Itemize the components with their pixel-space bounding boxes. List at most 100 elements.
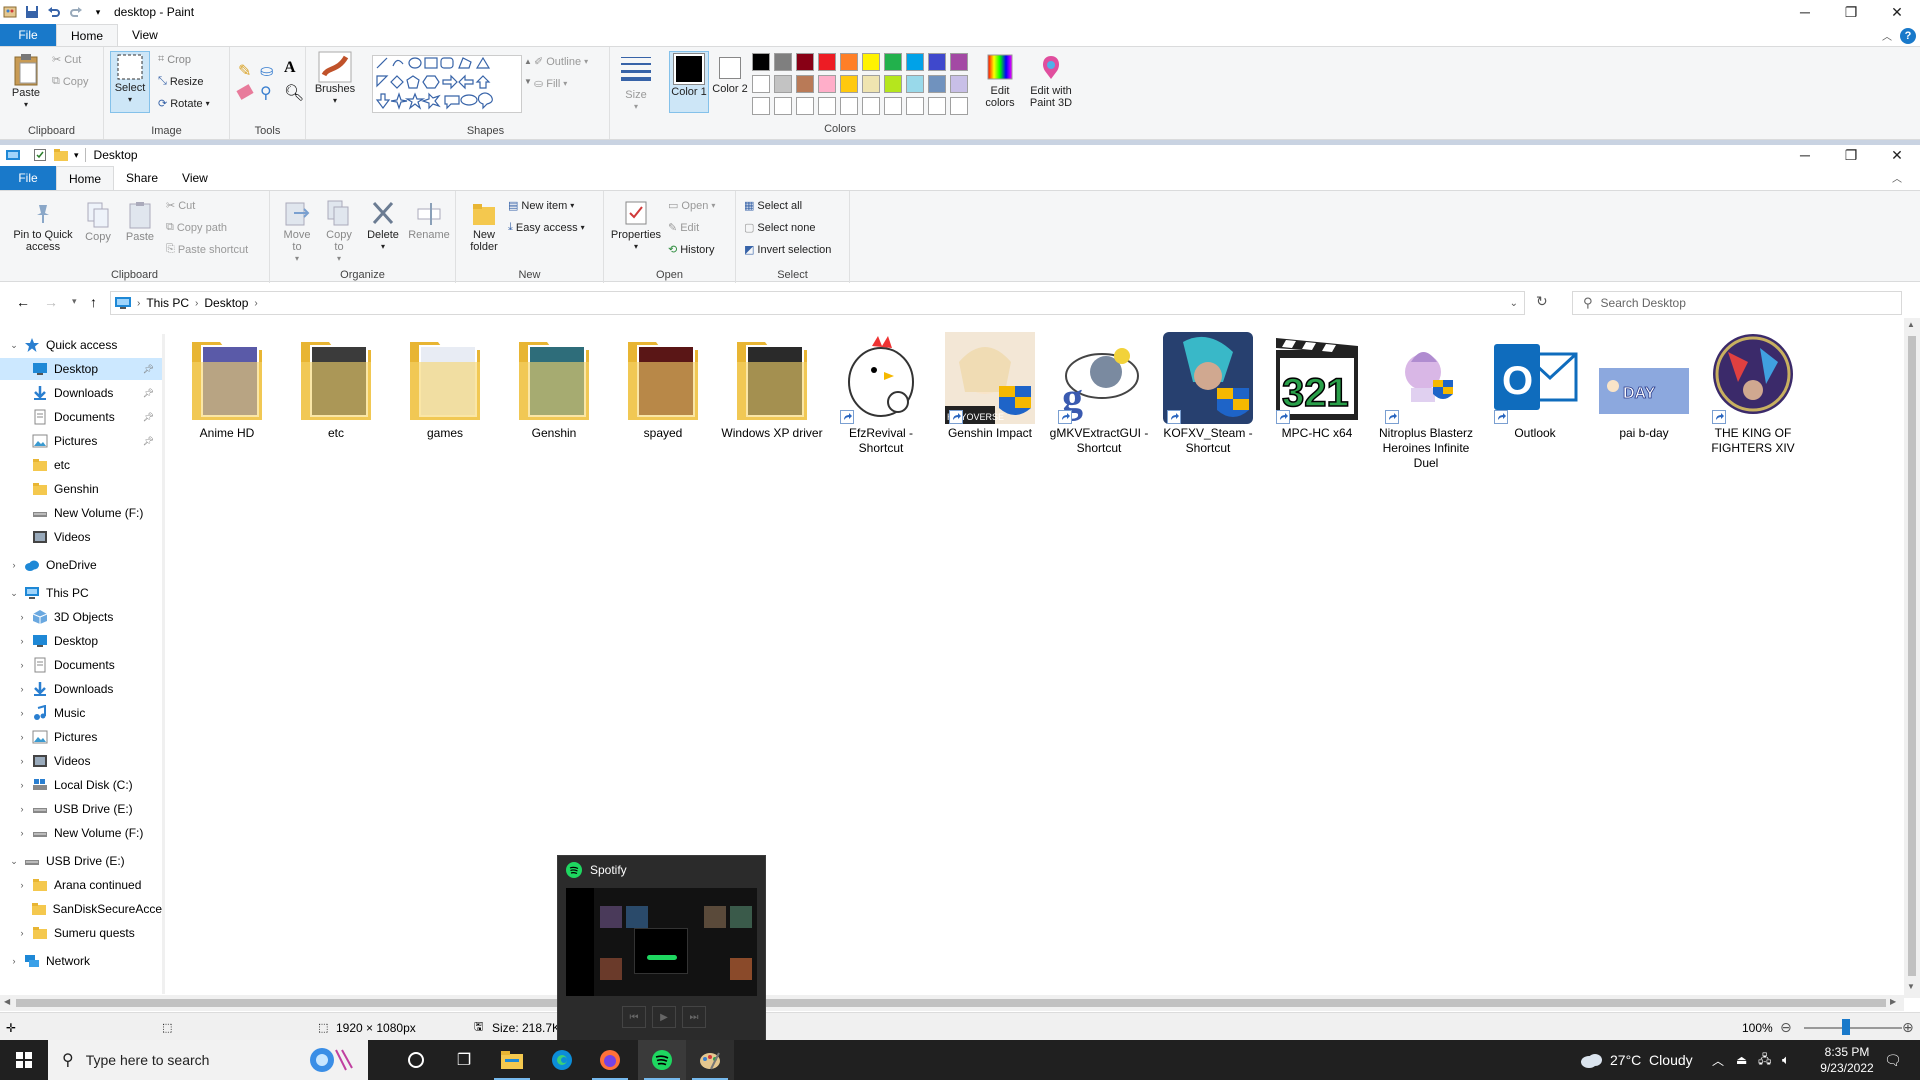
nav-item[interactable]: › 3D Objects [0,606,162,628]
nav-item[interactable]: Videos [0,526,162,548]
file-item[interactable]: EfzRevival - Shortcut [829,332,933,456]
nav-item[interactable]: › Pictures [0,726,162,748]
color-picker-icon[interactable]: ⚲ [260,83,272,103]
chevron-right-icon[interactable]: › [16,732,28,742]
file-item[interactable]: 321 MPC-HC x64 [1265,332,1369,441]
scroll-down-icon[interactable]: ▼ [1907,982,1915,991]
clock[interactable]: 8:35 PM 9/23/2022 [1812,1040,1882,1080]
chevron-right-icon[interactable]: › [16,804,28,814]
nav-item[interactable]: › OneDrive [0,554,162,576]
save-icon[interactable] [24,4,40,20]
palette-swatch[interactable] [774,97,792,115]
chevron-right-icon[interactable]: › [16,928,28,938]
nav-item[interactable]: › Arana continued [0,874,162,896]
palette-swatch[interactable] [796,53,814,71]
nav-item[interactable]: › Desktop [0,630,162,652]
customize-qat-icon[interactable]: ▾ [90,4,106,20]
folder-item[interactable]: spayed [611,332,715,441]
palette-swatch[interactable] [862,97,880,115]
pin-quick-access-button[interactable]: Pin to Quick access [10,201,76,253]
delete-button[interactable]: Delete ▾ [364,199,402,253]
shapes-scroll-up-icon[interactable]: ▲ [524,57,532,66]
nav-item[interactable]: › Sumeru quests [0,922,162,944]
minimize-icon[interactable]: ─ [1782,145,1828,165]
file-item[interactable]: DAY pai b-day [1592,332,1696,441]
chevron-right-icon[interactable]: › [16,660,28,670]
nav-item[interactable]: Desktop 📌︎ [0,358,162,380]
palette-swatch[interactable] [906,53,924,71]
folder-item[interactable]: games [393,332,497,441]
horizontal-scrollbar[interactable]: ◀ ▶ [0,995,1904,1011]
volume-icon[interactable]: 🔈︎ [1782,1040,1790,1080]
horizontal-scroll-thumb[interactable] [16,999,1886,1007]
nav-item[interactable]: Documents 📌︎ [0,406,162,428]
explorer-tab-home[interactable]: Home [56,166,115,190]
explorer-tab-share[interactable]: Share [114,166,170,190]
new-folder-qat-icon[interactable] [54,149,68,161]
nav-item[interactable]: Genshin [0,478,162,500]
palette-swatch[interactable] [818,53,836,71]
move-to-button[interactable]: Move to ▾ [278,199,316,265]
scroll-up-icon[interactable]: ▲ [1907,320,1915,329]
fill-button[interactable]: ⛀ Fill ▾ [534,77,567,91]
zoom-in-icon[interactable]: ⊕ [1902,1019,1914,1036]
taskbar-spotify[interactable] [638,1040,686,1080]
folder-item[interactable]: Anime HD [175,332,279,441]
nav-item[interactable]: › New Volume (F:) [0,822,162,844]
explorer-copy-button[interactable]: Copy [80,201,116,243]
scroll-right-icon[interactable]: ▶ [1890,997,1896,1006]
next-track-icon[interactable]: ⏭ [682,1006,706,1028]
chevron-right-icon[interactable]: › [16,756,28,766]
chevron-right-icon[interactable]: › [16,880,28,890]
palette-swatch[interactable] [774,75,792,93]
restore-icon[interactable]: ❐ [1828,145,1874,165]
copy-to-button[interactable]: Copy to ▾ [320,199,358,265]
outline-button[interactable]: ✐ Outline ▾ [534,55,588,69]
forward-icon[interactable]: → [44,294,58,310]
file-item[interactable]: g gMKVExtractGUI - Shortcut [1047,332,1151,456]
folder-item[interactable]: etc [284,332,388,441]
edit-colors-button[interactable]: Edit colors [976,53,1024,109]
select-none-button[interactable]: ▢ Select none [744,221,816,235]
zoom-slider-thumb[interactable] [1842,1019,1850,1035]
new-item-button[interactable]: ▤ New item ▾ [508,199,574,213]
explorer-paste-button[interactable]: Paste [122,201,158,243]
palette-swatch[interactable] [928,53,946,71]
nav-item[interactable]: › USB Drive (E:) [0,798,162,820]
palette-swatch[interactable] [950,97,968,115]
palette-swatch[interactable] [928,75,946,93]
size-button[interactable]: Size ▾ [614,53,658,113]
paste-button[interactable]: Paste ▾ [8,53,44,111]
usb-eject-icon[interactable]: ⏏ [1736,1040,1747,1080]
nav-item[interactable]: Downloads 📌︎ [0,382,162,404]
rotate-button[interactable]: ⟳ Rotate ▾ [158,97,210,111]
pencil-icon[interactable]: ✎ [238,61,251,81]
nav-item[interactable]: New Volume (F:) [0,502,162,524]
explorer-tab-file[interactable]: File [0,166,56,190]
chevron-right-icon[interactable]: › [16,708,28,718]
palette-swatch[interactable] [884,75,902,93]
taskbar-edge[interactable] [538,1040,586,1080]
notifications-icon[interactable]: 🗨︎ [1884,1040,1902,1080]
vertical-scrollbar[interactable]: ▲ ▼ [1904,318,1920,998]
chevron-down-icon[interactable]: ⌄ [8,856,20,867]
address-dropdown-icon[interactable]: ⌄ [1510,298,1518,309]
explorer-tab-view[interactable]: View [170,166,220,190]
crop-button[interactable]: ⌗ Crop [158,53,191,66]
restore-icon[interactable]: ❐ [1828,0,1874,24]
folder-item[interactable]: Windows XP driver [720,332,824,441]
file-item[interactable]: THE KING OF FIGHTERS XIV [1701,332,1805,456]
paint-copy-button[interactable]: ⧉ Copy [52,75,89,88]
magnifier-icon[interactable]: 🔍︎ [284,83,304,103]
palette-swatch[interactable] [796,97,814,115]
file-item[interactable]: O Outlook [1483,332,1587,441]
vertical-scroll-thumb[interactable] [1908,336,1916,976]
select-all-button[interactable]: ▦ Select all [744,199,802,213]
palette-swatch[interactable] [840,75,858,93]
cortana-button[interactable] [392,1040,440,1080]
search-input[interactable]: ⚲ Search Desktop [1572,291,1902,315]
breadcrumb-this-pc[interactable]: This PC [146,296,189,310]
palette-swatch[interactable] [884,53,902,71]
show-hidden-icons-icon[interactable]: ︿ [1712,1040,1724,1080]
chevron-right-icon[interactable]: › [16,684,28,694]
